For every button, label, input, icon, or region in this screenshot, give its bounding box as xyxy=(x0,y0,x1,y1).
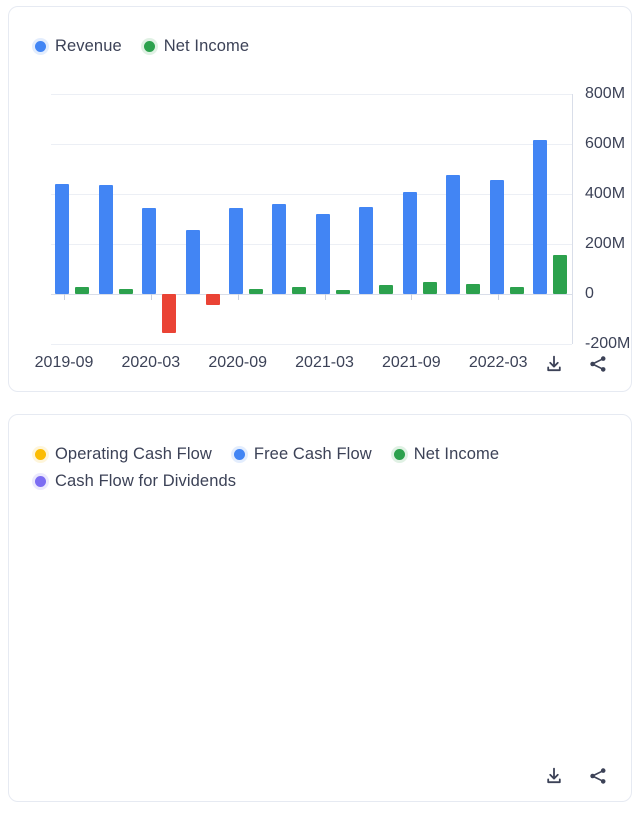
bar[interactable] xyxy=(379,285,394,294)
x-axis-tick xyxy=(324,294,326,300)
x-axis-tick-label: 2019-09 xyxy=(34,354,94,371)
x-axis-tick xyxy=(498,294,500,300)
bar-group[interactable] xyxy=(529,94,572,344)
legend-item-revenue[interactable]: Revenue xyxy=(35,37,122,56)
bar[interactable] xyxy=(55,184,70,294)
x-axis-tick-label: 2021-03 xyxy=(295,354,354,371)
bar[interactable] xyxy=(272,204,287,294)
bar[interactable] xyxy=(509,287,524,294)
bar[interactable] xyxy=(489,180,504,294)
gridline xyxy=(51,344,572,345)
bar-group[interactable] xyxy=(51,94,94,344)
bar-group[interactable] xyxy=(225,94,268,344)
legend-item-net-income[interactable]: Net Income xyxy=(393,445,500,464)
legend-dot-operating-cash-flow xyxy=(35,449,46,460)
bar[interactable] xyxy=(532,140,547,294)
legend-item-free-cash-flow[interactable]: Free Cash Flow xyxy=(233,445,372,464)
x-axis-tick xyxy=(64,294,66,300)
bar-group[interactable] xyxy=(398,94,441,344)
chart-1-actions xyxy=(543,353,609,375)
y-axis-tick-label: 800M xyxy=(585,85,626,102)
cash-flow-card: Operating Cash Flow Free Cash Flow Net I… xyxy=(8,414,632,802)
legend-item-cash-flow-for-dividends[interactable]: Cash Flow for Dividends xyxy=(35,472,236,491)
financial-charts-page: Revenue Net Income 800M 600M 400M 200M 0 -200… xyxy=(0,0,640,816)
chart-1-plot: 800M 600M 400M 200M 0 -200M 2019-09 2020-03 2020… xyxy=(35,85,631,371)
legend-label-free-cash-flow: Free Cash Flow xyxy=(253,445,372,463)
x-axis-tick xyxy=(411,294,413,300)
bar-group[interactable] xyxy=(355,94,398,344)
bar[interactable] xyxy=(359,206,374,294)
y-axis-tick-label: 600M xyxy=(585,135,626,152)
bar[interactable] xyxy=(335,289,350,294)
chart-1-legend: Revenue Net Income xyxy=(35,37,271,56)
legend-dot-net-income xyxy=(393,449,405,460)
bar[interactable] xyxy=(552,255,567,294)
bar[interactable] xyxy=(446,175,461,294)
bar[interactable] xyxy=(315,214,330,294)
bar[interactable] xyxy=(205,294,220,305)
legend-dot-cash-flow-for-dividends xyxy=(35,476,46,487)
bar-group[interactable] xyxy=(94,94,137,344)
bar-group[interactable] xyxy=(442,94,485,344)
legend-dot-revenue xyxy=(35,41,46,52)
bar[interactable] xyxy=(249,288,264,294)
legend-dot-net-income xyxy=(143,41,155,52)
bar[interactable] xyxy=(162,294,177,333)
chart-2-legend: Operating Cash Flow Free Cash Flow Net I… xyxy=(35,445,575,491)
bar[interactable] xyxy=(422,282,437,294)
bar[interactable] xyxy=(466,283,481,294)
share-icon[interactable] xyxy=(587,353,609,375)
x-axis-tick xyxy=(237,294,239,300)
bar[interactable] xyxy=(142,207,157,294)
y-axis-tick-label: 0 xyxy=(585,285,594,302)
bar-group[interactable] xyxy=(312,94,355,344)
y-axis-tick-label: -200M xyxy=(585,335,631,352)
y-axis-tick-label: 200M xyxy=(585,235,626,252)
y-axis-line xyxy=(572,94,573,344)
revenue-net-income-card: Revenue Net Income 800M 600M 400M 200M 0 -200… xyxy=(8,6,632,392)
bar-group[interactable] xyxy=(181,94,224,344)
legend-item-operating-cash-flow[interactable]: Operating Cash Flow xyxy=(35,445,212,464)
bar[interactable] xyxy=(98,185,113,294)
bar-groups xyxy=(51,94,572,344)
share-icon[interactable] xyxy=(587,765,609,787)
legend-label-net-income: Net Income xyxy=(413,445,500,463)
x-axis-tick-label: 2020-09 xyxy=(208,354,268,371)
chart-2-actions xyxy=(543,765,609,787)
bar[interactable] xyxy=(229,207,244,294)
x-axis-tick-label: 2020-03 xyxy=(121,354,181,371)
legend-label-revenue: Revenue xyxy=(55,37,122,55)
bar[interactable] xyxy=(75,287,90,294)
chart-1-plot-area: 800M 600M 400M 200M 0 -200M 2019-09 2020-03 2020… xyxy=(35,85,631,371)
bar[interactable] xyxy=(402,191,417,294)
x-axis-tick xyxy=(150,294,152,300)
legend-item-net-income[interactable]: Net Income xyxy=(143,37,250,56)
y-axis-tick-label: 400M xyxy=(585,185,626,202)
x-axis-tick-label: 2022-03 xyxy=(468,354,528,371)
bar[interactable] xyxy=(292,287,307,294)
legend-label-operating-cash-flow: Operating Cash Flow xyxy=(55,445,212,463)
download-icon[interactable] xyxy=(543,765,565,787)
legend-dot-free-cash-flow xyxy=(233,449,245,460)
bar[interactable] xyxy=(118,289,133,294)
bar-group[interactable] xyxy=(268,94,311,344)
legend-label-net-income: Net Income xyxy=(163,37,250,55)
download-icon[interactable] xyxy=(543,353,565,375)
bar-group[interactable] xyxy=(138,94,181,344)
bar[interactable] xyxy=(185,230,200,294)
bar-group[interactable] xyxy=(485,94,528,344)
x-axis-tick-label: 2021-09 xyxy=(381,354,441,371)
legend-label-cash-flow-for-dividends: Cash Flow for Dividends xyxy=(55,472,237,490)
